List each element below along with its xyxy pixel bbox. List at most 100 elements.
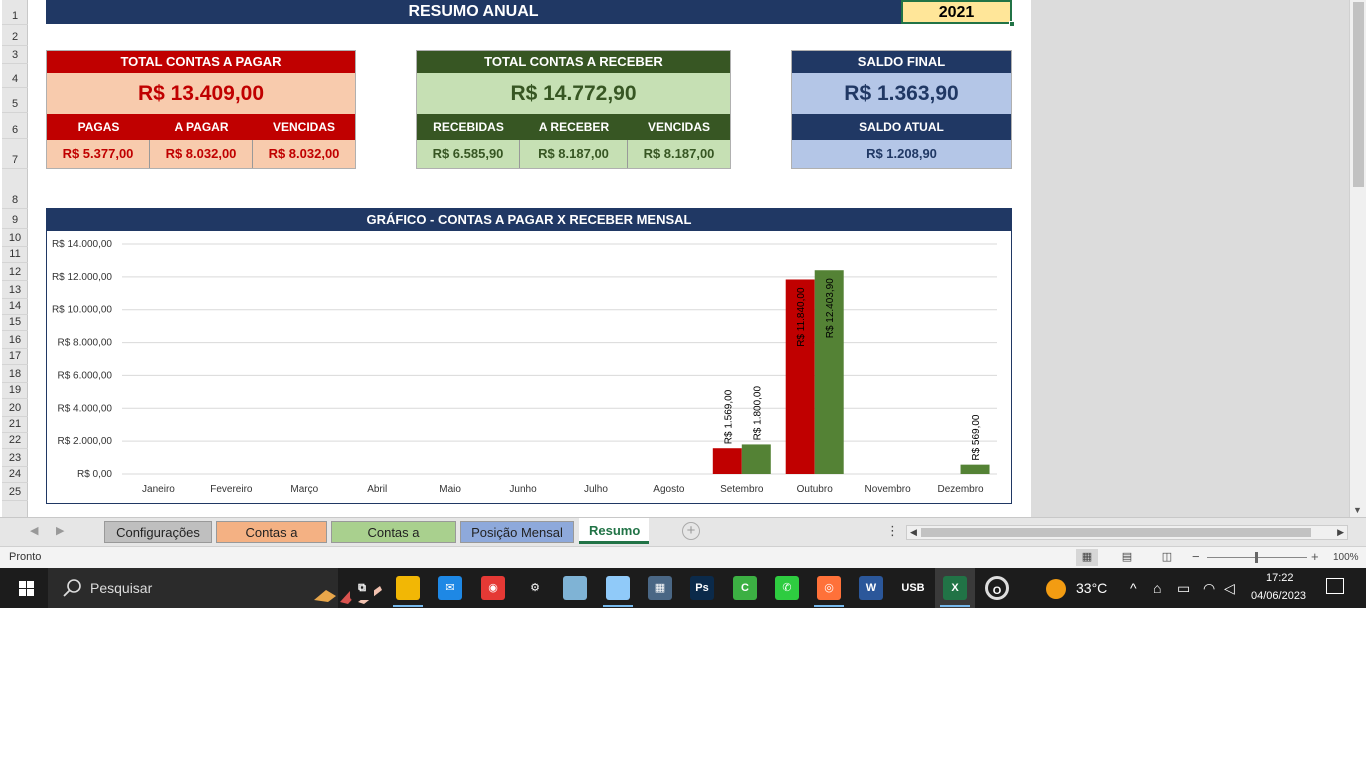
weather-icon[interactable] bbox=[1046, 579, 1066, 599]
sub-header-vencidas: VENCIDAS bbox=[647, 120, 710, 134]
clock-date[interactable]: 04/06/2023 bbox=[1251, 590, 1306, 602]
vertical-scrollbar[interactable]: ▼ bbox=[1349, 0, 1366, 517]
sheet-tab-configura-es[interactable]: Configurações bbox=[104, 521, 212, 543]
row-divider bbox=[2, 330, 28, 331]
vertical-scroll-thumb[interactable] bbox=[1353, 2, 1364, 187]
sheet-background bbox=[1031, 0, 1349, 517]
excel-icon[interactable]: X bbox=[943, 576, 967, 600]
sheet-tab-contas-a-pagar[interactable]: Contas a Pagar bbox=[216, 521, 327, 562]
notifications-icon[interactable] bbox=[1326, 578, 1344, 594]
scroll-left-icon[interactable]: ◀ bbox=[910, 526, 917, 539]
weather-temperature[interactable]: 33°C bbox=[1076, 580, 1107, 596]
sub-header-a-pagar: A PAGAR bbox=[174, 120, 229, 134]
sub-header-vencidas: VENCIDAS bbox=[272, 120, 335, 134]
row-header-6[interactable]: 6 bbox=[2, 125, 28, 136]
row-header-17[interactable]: 17 bbox=[2, 351, 28, 362]
normal-view-icon[interactable]: ▦ bbox=[1076, 549, 1098, 566]
card-sub-values: R$ 5.377,00 R$ 8.032,00 R$ 8.032,00 bbox=[47, 140, 355, 168]
horizontal-scrollbar[interactable]: ◀ ▶ bbox=[906, 525, 1348, 540]
year-cell[interactable]: 2021 bbox=[901, 0, 1012, 24]
row-header-5[interactable]: 5 bbox=[2, 99, 28, 110]
row-header-14[interactable]: 14 bbox=[2, 301, 28, 312]
page-layout-icon[interactable]: ▤ bbox=[1116, 549, 1138, 566]
sheet-tab-posi-o-mensal[interactable]: Posição Mensal bbox=[460, 521, 574, 543]
bar bbox=[960, 464, 990, 474]
zoom-in-icon[interactable]: + bbox=[1311, 549, 1319, 564]
zoom-out-icon[interactable]: − bbox=[1192, 549, 1200, 564]
wifi-icon[interactable]: ◠ bbox=[1203, 580, 1215, 597]
phone-app-icon[interactable]: ✆ bbox=[775, 576, 799, 600]
chrome-icon[interactable]: ◉ bbox=[481, 576, 505, 600]
row-header-15[interactable]: 15 bbox=[2, 317, 28, 328]
calculator-icon[interactable]: ▦ bbox=[648, 576, 672, 600]
show-hidden-icons-icon[interactable]: ^ bbox=[1130, 580, 1137, 596]
opera-icon[interactable]: O bbox=[985, 576, 1009, 600]
row-divider bbox=[2, 168, 28, 169]
windows-start-icon[interactable] bbox=[2, 568, 48, 608]
row-header-25[interactable]: 25 bbox=[2, 487, 28, 498]
row-header-2[interactable]: 2 bbox=[2, 32, 28, 43]
row-header-22[interactable]: 22 bbox=[2, 435, 28, 446]
clock-time[interactable]: 17:22 bbox=[1266, 572, 1294, 584]
row-header-23[interactable]: 23 bbox=[2, 453, 28, 464]
tab-prev-icon[interactable]: ◀ bbox=[30, 524, 38, 537]
running-indicator bbox=[393, 605, 423, 607]
row-header-3[interactable]: 3 bbox=[2, 50, 28, 61]
row-header-21[interactable]: 21 bbox=[2, 419, 28, 430]
usb-util-icon[interactable]: USB bbox=[901, 576, 925, 600]
row-header-11[interactable]: 11 bbox=[2, 249, 28, 260]
search-icon bbox=[63, 579, 81, 597]
value-vencidas: R$ 8.187,00 bbox=[628, 140, 730, 168]
sheet-tab-contas-a-receber[interactable]: Contas a Receber bbox=[331, 521, 456, 562]
row-divider bbox=[2, 314, 28, 315]
camtasia-icon[interactable]: C bbox=[733, 576, 757, 600]
zoom-slider-knob[interactable] bbox=[1255, 552, 1258, 563]
volume-icon[interactable]: ◁ bbox=[1224, 580, 1235, 597]
row-header-13[interactable]: 13 bbox=[2, 285, 28, 296]
network-icon[interactable]: ⌂ bbox=[1153, 580, 1161, 596]
x-tick-label: Maio bbox=[439, 484, 461, 495]
data-label: R$ 1.800,00 bbox=[752, 386, 763, 441]
value-vencidas: R$ 8.032,00 bbox=[253, 140, 355, 168]
battery-icon[interactable]: ▭ bbox=[1177, 580, 1190, 597]
paint-icon[interactable] bbox=[606, 576, 630, 600]
notepad-icon[interactable] bbox=[563, 576, 587, 600]
row-divider bbox=[2, 364, 28, 365]
sheet-tab-resumo[interactable]: Resumo bbox=[579, 518, 649, 544]
row-header-24[interactable]: 24 bbox=[2, 469, 28, 480]
photoshop-icon[interactable]: Ps bbox=[690, 576, 714, 600]
row-header-20[interactable]: 20 bbox=[2, 403, 28, 414]
page-break-icon[interactable]: ◫ bbox=[1156, 549, 1178, 566]
scroll-down-icon[interactable]: ▼ bbox=[1353, 505, 1362, 515]
add-sheet-icon[interactable]: + bbox=[682, 522, 700, 540]
task-view-icon[interactable]: ⧉ bbox=[350, 576, 374, 600]
settings-icon[interactable]: ⚙ bbox=[523, 576, 547, 600]
more-options-icon[interactable]: ⋮ bbox=[886, 523, 899, 539]
row-header-16[interactable]: 16 bbox=[2, 335, 28, 346]
x-tick-label: Janeiro bbox=[142, 484, 175, 495]
tab-next-icon[interactable]: ▶ bbox=[56, 524, 64, 537]
chart[interactable]: GRÁFICO - CONTAS A PAGAR X RECEBER MENSA… bbox=[46, 208, 1012, 504]
mail-icon[interactable]: ✉ bbox=[438, 576, 462, 600]
row-header-9[interactable]: 9 bbox=[2, 215, 28, 226]
row-header-12[interactable]: 12 bbox=[2, 267, 28, 278]
horizontal-scroll-thumb[interactable] bbox=[921, 528, 1311, 537]
row-header-19[interactable]: 19 bbox=[2, 385, 28, 396]
zoom-level[interactable]: 100% bbox=[1333, 552, 1359, 563]
taskbar-search[interactable]: Pesquisar bbox=[48, 568, 382, 608]
firefox-icon[interactable]: ◎ bbox=[817, 576, 841, 600]
row-header-4[interactable]: 4 bbox=[2, 74, 28, 85]
row-header-8[interactable]: 8 bbox=[2, 195, 28, 206]
fill-handle[interactable] bbox=[1009, 21, 1015, 27]
row-header-18[interactable]: 18 bbox=[2, 369, 28, 380]
file-explorer-icon[interactable] bbox=[396, 576, 420, 600]
word-icon[interactable]: W bbox=[859, 576, 883, 600]
scroll-right-icon[interactable]: ▶ bbox=[1337, 526, 1344, 539]
row-header-10[interactable]: 10 bbox=[2, 233, 28, 244]
row-divider bbox=[2, 246, 28, 247]
x-tick-label: Fevereiro bbox=[210, 484, 253, 495]
row-header-1[interactable]: 1 bbox=[2, 11, 28, 22]
row-header-7[interactable]: 7 bbox=[2, 155, 28, 166]
value-a-pagar: R$ 8.032,00 bbox=[150, 140, 253, 168]
row-divider bbox=[2, 280, 28, 281]
